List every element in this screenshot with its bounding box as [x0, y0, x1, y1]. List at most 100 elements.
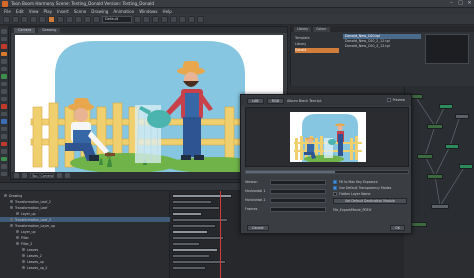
stroke-tool-icon[interactable]	[1, 164, 7, 169]
contour-editor-icon[interactable]	[1, 36, 7, 41]
exposure-bar[interactable]	[172, 194, 232, 198]
cutter-tool-icon[interactable]	[1, 119, 7, 124]
stop-icon[interactable]	[66, 16, 73, 23]
ok-button[interactable]: OK	[390, 224, 405, 231]
table-row[interactable]: Drawing	[0, 193, 170, 198]
node-composite[interactable]	[427, 124, 443, 129]
node-write[interactable]	[411, 222, 427, 227]
table-row[interactable]: Leaves_up	[0, 259, 170, 264]
pan-icon[interactable]	[179, 16, 186, 23]
preview-checkbox[interactable]: Preview	[386, 98, 405, 102]
exposure-bar[interactable]	[172, 248, 218, 252]
node-drawing[interactable]	[455, 114, 469, 119]
hand-tool-icon[interactable]	[1, 126, 7, 131]
exposure-bar[interactable]	[172, 206, 220, 210]
tab-drawing[interactable]: Drawing	[38, 27, 61, 33]
layer-visibility-icon[interactable]	[22, 266, 25, 269]
layer-visibility-icon[interactable]	[10, 206, 13, 209]
default-transparency-checkbox[interactable]: Use Default Transparency Modes	[333, 185, 391, 190]
table-row[interactable]: Leaves_2	[0, 253, 170, 258]
table-row[interactable]: Layer_up	[0, 229, 170, 234]
eraser-tool-icon[interactable]	[1, 59, 7, 64]
exposure-bar[interactable]	[172, 254, 210, 258]
camera-icon[interactable]	[134, 16, 141, 23]
first-frame-icon[interactable]	[84, 16, 91, 23]
transform-tool-icon[interactable]	[1, 111, 7, 116]
zoom-in-icon[interactable]	[22, 173, 27, 178]
cancel-button[interactable]: Cancel	[247, 224, 269, 231]
exposure-bar[interactable]	[172, 260, 226, 264]
menu-windows[interactable]: Windows	[139, 9, 157, 14]
reset-view-icon[interactable]	[197, 16, 204, 23]
grid-icon[interactable]	[152, 16, 159, 23]
workspace-select[interactable]: Default	[102, 16, 132, 23]
loop-icon[interactable]	[75, 16, 82, 23]
table-row[interactable]: Layer_up	[0, 211, 170, 216]
redo-icon[interactable]	[39, 16, 46, 23]
reset-zoom-icon[interactable]	[57, 173, 62, 178]
render-icon[interactable]	[48, 16, 55, 23]
zoom-tool-icon[interactable]	[1, 134, 7, 139]
brush-tool-icon[interactable]	[1, 44, 7, 49]
line-tool-icon[interactable]	[1, 81, 7, 86]
exposure-bar[interactable]	[172, 212, 202, 216]
close-icon[interactable]: ×	[467, 1, 472, 6]
pivot-tool-icon[interactable]	[1, 156, 7, 161]
menu-edit[interactable]: Edit	[16, 9, 24, 14]
layer-visibility-icon[interactable]	[10, 224, 13, 227]
node-peg[interactable]	[445, 144, 459, 149]
tab-camera[interactable]: Camera	[14, 27, 36, 33]
table-row[interactable]: Leaves_up_2	[0, 265, 170, 270]
layer-visibility-icon[interactable]	[16, 242, 19, 245]
select-tool-icon[interactable]	[1, 29, 7, 34]
horizontal-2-field[interactable]	[270, 197, 326, 203]
layer-visibility-icon[interactable]	[4, 194, 7, 197]
table-row[interactable]: Leaves	[0, 247, 170, 252]
rotate-icon[interactable]	[188, 16, 195, 23]
tab-library[interactable]: Library	[294, 26, 312, 32]
rectangle-tool-icon[interactable]	[1, 89, 7, 94]
node-view[interactable]	[404, 86, 474, 234]
exposure-bar[interactable]	[172, 242, 200, 246]
exposure-bar[interactable]	[172, 230, 208, 234]
exposure-bar[interactable]	[172, 200, 212, 204]
playhead[interactable]	[220, 191, 221, 278]
set-destination-button[interactable]: Set Default Destination Module	[333, 198, 407, 204]
fill-to-max-checkbox[interactable]: Fill to Max Key Exposure	[333, 179, 378, 184]
last-frame-icon[interactable]	[93, 16, 100, 23]
layer-visibility-icon[interactable]	[22, 260, 25, 263]
table-row[interactable]: Transformation_Leaf_3	[0, 217, 170, 222]
node-peg[interactable]	[459, 164, 473, 169]
folder-library[interactable]: Library	[295, 42, 339, 47]
text-tool-icon[interactable]	[1, 66, 7, 71]
exposure-bar[interactable]	[172, 224, 216, 228]
node-display[interactable]	[431, 204, 449, 209]
layer-visibility-icon[interactable]	[16, 230, 19, 233]
tab-colour[interactable]: Colour	[313, 26, 330, 32]
minimize-icon[interactable]: –	[449, 1, 454, 6]
bone-tool-icon[interactable]	[1, 149, 7, 154]
lab-button[interactable]: LAB	[247, 97, 264, 104]
menu-drawing[interactable]: Drawing	[91, 9, 108, 14]
save-icon[interactable]	[21, 16, 28, 23]
menu-insert[interactable]: Insert	[57, 9, 69, 14]
menu-view[interactable]: View	[29, 9, 39, 14]
paint-tool-icon[interactable]	[1, 74, 7, 79]
node-drawing[interactable]	[417, 154, 433, 159]
dropper-tool-icon[interactable]	[1, 104, 7, 109]
new-scene-icon[interactable]	[3, 16, 10, 23]
menu-animation[interactable]: Animation	[113, 9, 134, 14]
layer-visibility-icon[interactable]	[10, 200, 13, 203]
folder-donald[interactable]: Donald	[295, 48, 339, 53]
light-table-icon[interactable]	[161, 16, 168, 23]
reposition-tool-icon[interactable]	[1, 171, 7, 176]
menu-help[interactable]: Help	[162, 9, 171, 14]
undo-icon[interactable]	[30, 16, 37, 23]
open-scene-icon[interactable]	[12, 16, 19, 23]
version-field[interactable]	[270, 179, 326, 185]
zoom-icon[interactable]	[170, 16, 177, 23]
layer-visibility-icon[interactable]	[22, 254, 25, 257]
horizontal-1-field[interactable]	[270, 188, 326, 194]
layer-visibility-icon[interactable]	[16, 212, 19, 215]
table-row[interactable]: Pillar_2	[0, 241, 170, 246]
